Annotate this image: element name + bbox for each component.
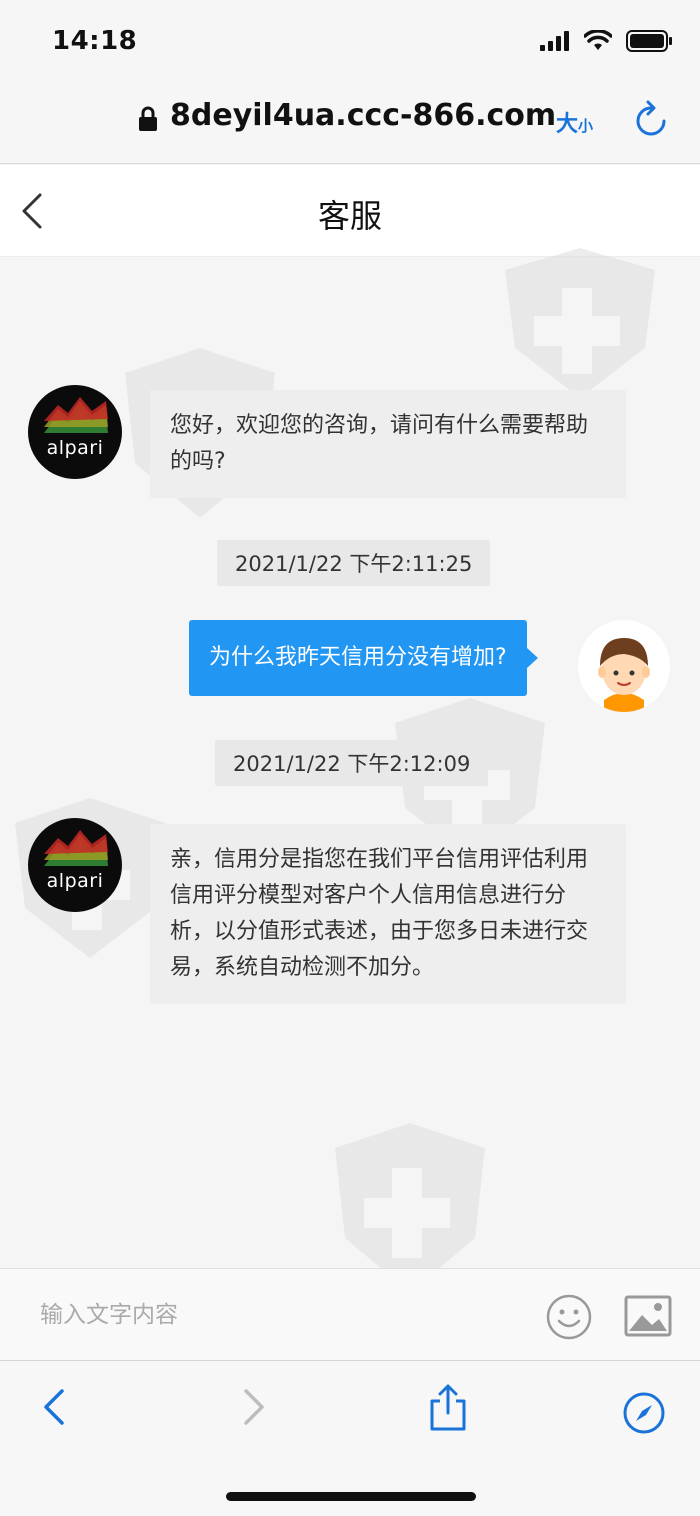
agent-brand-label: alpari	[46, 437, 104, 459]
browser-toolbar	[0, 1360, 700, 1516]
image-icon[interactable]	[624, 1295, 672, 1337]
battery-icon	[626, 30, 672, 52]
message-input[interactable]	[40, 1297, 520, 1333]
wifi-icon	[584, 30, 612, 50]
message-timestamp: 2021/1/22 下午2:11:25	[217, 540, 491, 586]
agent-message-bubble: 亲，信用分是指您在我们平台信用评估利用信用评分模型对客户个人信用信息进行分析，以…	[150, 824, 626, 1004]
lock-icon	[139, 106, 157, 131]
status-icons	[540, 30, 672, 52]
share-icon[interactable]	[428, 1383, 468, 1433]
text-size-button[interactable]: 大小	[556, 106, 593, 138]
agent-avatar: alpari	[28, 818, 122, 912]
user-message-bubble: 为什么我昨天信用分没有增加?	[189, 620, 538, 696]
reload-icon[interactable]	[634, 100, 668, 138]
text-size-small-label: 小	[578, 117, 594, 135]
status-time: 14:18	[52, 26, 138, 56]
browser-back-icon[interactable]	[40, 1387, 68, 1427]
chat-area[interactable]: alpari 您好，欢迎您的咨询，请问有什么需要帮助的吗? 2021/1/22 …	[0, 248, 700, 1293]
compass-icon[interactable]	[622, 1391, 666, 1435]
status-bar: 14:18	[0, 0, 700, 84]
agent-brand-label: alpari	[46, 870, 104, 892]
url-text[interactable]: 8deyil4ua.ccc-866.com	[170, 98, 556, 133]
text-size-big-label: 大	[556, 112, 579, 137]
page-title: 客服	[317, 197, 382, 235]
message-input-bar	[0, 1268, 700, 1360]
emoji-icon[interactable]	[545, 1293, 593, 1341]
agent-avatar: alpari	[28, 385, 122, 479]
message-timestamp: 2021/1/22 下午2:12:09	[215, 740, 489, 786]
alpari-logo-icon	[44, 397, 108, 433]
page-header: 客服	[0, 165, 700, 257]
boy-avatar-icon	[598, 638, 650, 712]
user-avatar	[578, 620, 670, 712]
address-bar[interactable]: 8deyil4ua.ccc-866.com 大小	[0, 84, 700, 164]
alpari-logo-icon	[44, 830, 108, 866]
watermark-shield-icon	[505, 248, 655, 398]
home-indicator	[226, 1492, 476, 1501]
agent-message-bubble: 您好，欢迎您的咨询，请问有什么需要帮助的吗?	[150, 390, 626, 498]
cellular-signal-icon	[540, 31, 569, 51]
browser-forward-icon[interactable]	[240, 1387, 268, 1427]
